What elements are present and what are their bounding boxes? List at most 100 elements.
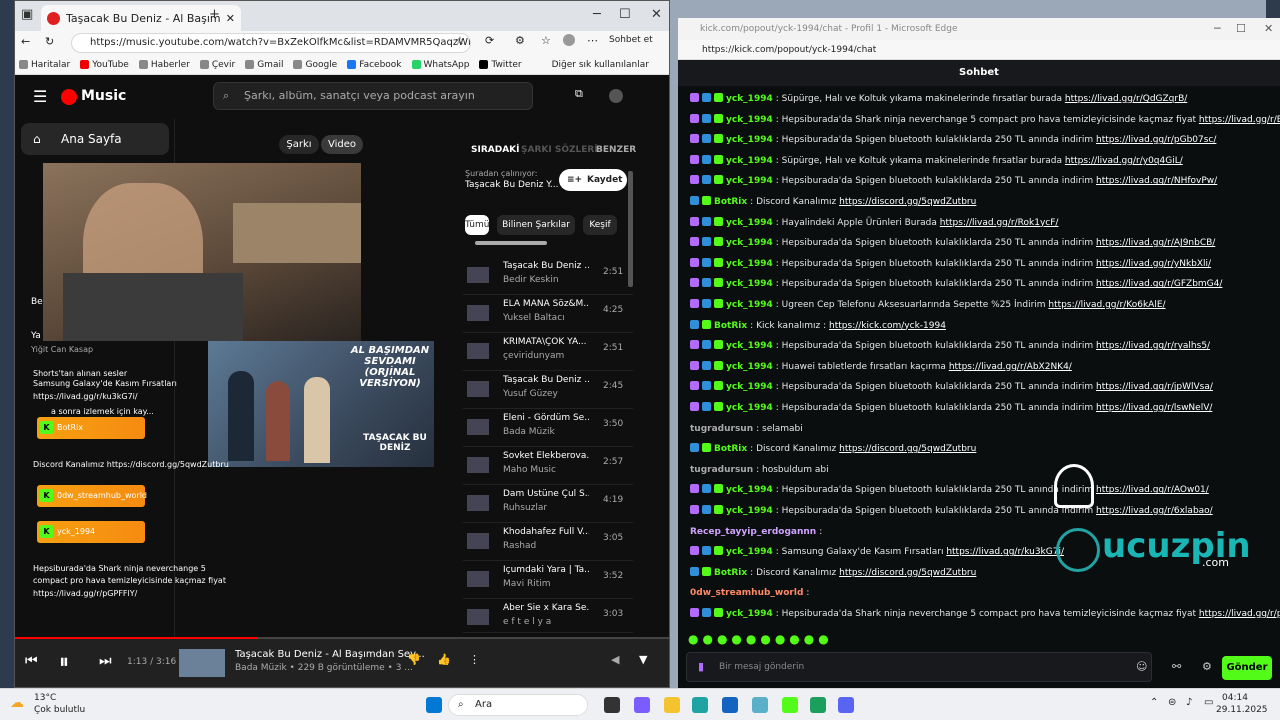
discord-icon[interactable] bbox=[838, 697, 854, 713]
chat-message[interactable]: yck_1994: Hepsiburada'da Spigen bluetoot… bbox=[690, 337, 1280, 355]
chat-input[interactable]: Bir mesaj gönderin bbox=[686, 652, 1152, 682]
pause-icon[interactable]: ⏸ bbox=[59, 649, 69, 673]
queue-item[interactable]: Taşacak Bu Deniz ... Bedir Keskin 2:51 bbox=[463, 257, 633, 295]
tab-up-next[interactable]: SIRADAKİ bbox=[471, 145, 520, 155]
chat-link[interactable]: https://discord.gg/5qwdZutbru bbox=[839, 444, 976, 454]
clock-time[interactable]: 04:14 bbox=[1222, 693, 1248, 703]
settings-app-icon[interactable] bbox=[752, 697, 768, 713]
taskbar-search[interactable]: ⌕ Ara bbox=[448, 694, 588, 716]
queue-item[interactable]: Taşacak Bu Deniz ... Yusuf Güzey 2:45 bbox=[463, 371, 633, 409]
chat-link[interactable]: https://kick.com/yck-1994 bbox=[829, 321, 946, 331]
bookmark-item[interactable]: Haritalar bbox=[19, 60, 70, 70]
queue-item[interactable]: İçumdaki Yara | Ta... Mavi Ritim 3:52 bbox=[463, 561, 633, 599]
queue-item[interactable]: Eleni - Gördüm Se... Bada Müzik 3:50 bbox=[463, 409, 633, 447]
chat-username[interactable]: yck_1994 bbox=[726, 279, 773, 289]
chat-username[interactable]: yck_1994 bbox=[726, 403, 773, 413]
copilot-button[interactable]: Sohbet et bbox=[609, 35, 653, 45]
bookmark-item[interactable]: Çevir bbox=[199, 60, 235, 70]
chat-message[interactable]: yck_1994: Ugreen Cep Telefonu Aksesuarla… bbox=[690, 296, 1280, 314]
edge-icon[interactable] bbox=[692, 697, 708, 713]
chat-message[interactable]: 0dw_streamhub_world: bbox=[690, 584, 1280, 602]
bookmark-item[interactable]: Google bbox=[293, 60, 337, 70]
chat-message[interactable]: yck_1994: Huawei tabletlerde fırsatları … bbox=[690, 358, 1280, 376]
chat-message[interactable]: yck_1994: Hepsiburada'da Spigen bluetoot… bbox=[690, 481, 1280, 499]
chat-message[interactable]: BotRix: Discord Kanalımız https://discor… bbox=[690, 440, 1280, 458]
chat-message[interactable]: yck_1994: Süpürge, Halı ve Koltuk yıkama… bbox=[690, 90, 1280, 108]
bookmark-item[interactable]: YouTube bbox=[80, 60, 129, 70]
chat-username[interactable]: BotRix bbox=[714, 568, 747, 578]
kick-close-icon[interactable]: ✕ bbox=[1264, 22, 1273, 35]
queue-item[interactable]: Sovket Elekberova... Maho Music 2:57 bbox=[463, 447, 633, 485]
chat-message[interactable]: yck_1994: Hepsiburada'da Shark ninja nev… bbox=[690, 111, 1280, 129]
cast-icon[interactable]: ⧉ bbox=[575, 87, 583, 101]
save-button[interactable]: ≡+ Kaydet bbox=[559, 169, 627, 191]
kick-app-icon[interactable] bbox=[782, 697, 798, 713]
chat-username[interactable]: tugradursun bbox=[690, 465, 753, 475]
clock-date[interactable]: 29.11.2025 bbox=[1216, 705, 1268, 715]
battery-icon[interactable]: ▭ bbox=[1204, 697, 1213, 708]
chat-username[interactable]: yck_1994 bbox=[726, 300, 773, 310]
url-field[interactable]: https://music.youtube.com/watch?v=BxZekO… bbox=[71, 33, 471, 53]
kick-maximize-icon[interactable]: ☐ bbox=[1236, 22, 1246, 35]
nav-partial[interactable]: Be bbox=[31, 297, 43, 307]
chat-link[interactable]: https://livad.gg/r/pGPFF1Y/ bbox=[1199, 609, 1280, 619]
next-icon[interactable]: ⏭ bbox=[99, 653, 112, 669]
close-window-icon[interactable]: ✕ bbox=[651, 7, 662, 22]
expand-player-icon[interactable]: ▼ bbox=[639, 653, 647, 666]
chat-message[interactable]: BotRix: Discord Kanalımız https://discor… bbox=[690, 564, 1280, 582]
emote-row[interactable]: ●●●●●●●●●● bbox=[688, 632, 833, 648]
chat-username[interactable]: yck_1994 bbox=[726, 382, 773, 392]
chat-link[interactable]: https://livad.gg/r/ku3kG7i/ bbox=[946, 547, 1064, 557]
queue-item[interactable]: Khodahafez Full V... Rashad 3:05 bbox=[463, 523, 633, 561]
chat-username[interactable]: yck_1994 bbox=[726, 135, 773, 145]
queue-item[interactable]: Dam Üstüne Çul S... Ruhsuzlar 4:19 bbox=[463, 485, 633, 523]
chat-message[interactable]: yck_1994: Hepsiburada'da Spigen bluetoot… bbox=[690, 172, 1280, 190]
chat-message[interactable]: yck_1994: Hepsiburada'da Spigen bluetoot… bbox=[690, 502, 1280, 520]
volume-tray-icon[interactable]: ♪ bbox=[1186, 697, 1192, 708]
chat-message[interactable]: BotRix: Kick kanalımız : https://kick.co… bbox=[690, 317, 1280, 335]
chat-link[interactable]: https://livad.gg/r/jpWlVsa/ bbox=[1096, 382, 1213, 392]
bookmark-item[interactable]: Facebook bbox=[347, 60, 402, 70]
start-icon[interactable] bbox=[426, 697, 442, 713]
back-icon[interactable]: ← bbox=[21, 35, 30, 48]
favorite-star-icon[interactable]: ☆ bbox=[455, 34, 465, 47]
tray-chevron-icon[interactable]: ⌃ bbox=[1150, 697, 1158, 708]
progress-track[interactable] bbox=[15, 637, 669, 639]
chat-link[interactable]: https://livad.gg/r/Rok1ycF/ bbox=[940, 218, 1059, 228]
weather-desc[interactable]: Çok bulutlu bbox=[34, 705, 85, 715]
task-view-icon[interactable] bbox=[604, 697, 620, 713]
other-bookmarks[interactable]: Diğer sık kullanılanlar bbox=[552, 60, 649, 70]
previous-icon[interactable]: ⏮ bbox=[25, 653, 38, 669]
ytm-logo-icon[interactable] bbox=[61, 89, 77, 105]
video-player[interactable] bbox=[43, 163, 361, 341]
chat-link[interactable]: https://livad.gg/r/6xlabao/ bbox=[1096, 506, 1213, 516]
queue-item[interactable]: Aber Sie x Kara Se... e f t e l y a 3:03 bbox=[463, 599, 633, 633]
extensions-icon[interactable]: ⟳ bbox=[485, 34, 494, 47]
chat-username[interactable]: Recep_tayyip_erdogannn bbox=[690, 527, 816, 537]
toggle-video[interactable]: Video bbox=[321, 135, 363, 154]
chat-username[interactable]: yck_1994 bbox=[726, 238, 773, 248]
toggle-song[interactable]: Şarkı bbox=[279, 135, 319, 154]
chat-link[interactable]: https://livad.gg/r/AOw01/ bbox=[1096, 485, 1209, 495]
tab-related[interactable]: BENZER bbox=[596, 145, 636, 155]
chat-message[interactable]: yck_1994: Hepsiburada'da Spigen bluetoot… bbox=[690, 255, 1280, 273]
kick-address-bar[interactable]: https://kick.com/popout/yck-1994/chat bbox=[678, 40, 1280, 60]
menu-icon[interactable]: ☰ bbox=[33, 87, 47, 106]
store-icon[interactable] bbox=[722, 697, 738, 713]
settings-icon[interactable]: ⚙ bbox=[1202, 660, 1212, 673]
chat-link[interactable]: https://livad.gg/r/yNkbXli/ bbox=[1096, 259, 1211, 269]
like-icon[interactable]: 👍 bbox=[437, 653, 451, 666]
chat-link[interactable]: https://livad.gg/r/ryalhs5/ bbox=[1096, 341, 1210, 351]
nav-partial[interactable]: Ya bbox=[31, 331, 41, 341]
file-explorer-icon[interactable] bbox=[664, 697, 680, 713]
queue-item[interactable]: ELA MANA Söz&M... Yuksel Baltacı 4:25 bbox=[463, 295, 633, 333]
chat-link[interactable]: https://livad.gg/r/AJ9nbCB/ bbox=[1096, 238, 1215, 248]
chips-scrollbar[interactable] bbox=[475, 241, 547, 245]
refresh-icon[interactable]: ↻ bbox=[45, 35, 54, 48]
chat-link[interactable]: https://livad.gg/r/NHfovPw/ bbox=[1096, 176, 1217, 186]
weather-temp[interactable]: 13°C bbox=[34, 693, 56, 703]
chat-message[interactable]: yck_1994: Hepsiburada'da Spigen bluetoot… bbox=[690, 131, 1280, 149]
more-options-icon[interactable]: ⋮ bbox=[469, 653, 480, 666]
search-input[interactable]: Şarkı, albüm, sanatçı veya podcast arayı… bbox=[213, 82, 533, 110]
chat-link[interactable]: https://livad.gg/r/QdGZqrB/ bbox=[1065, 94, 1187, 104]
